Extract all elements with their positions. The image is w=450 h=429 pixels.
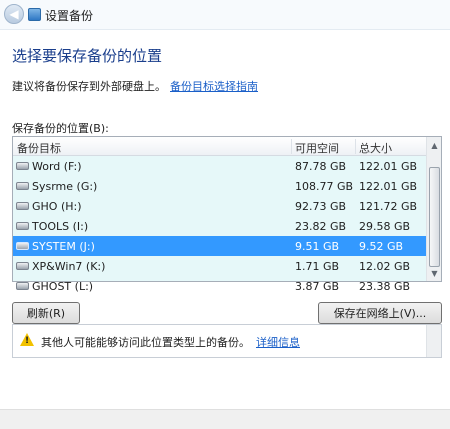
footer-bar (0, 409, 450, 429)
drive-free-space: 9.51 GB (295, 240, 340, 253)
drive-icon (16, 242, 29, 250)
drive-icon (16, 262, 29, 270)
page-heading: 选择要保存备份的位置 (12, 47, 163, 65)
scroll-up-icon[interactable]: ▲ (428, 138, 441, 152)
list-scrollbar[interactable]: ▲ ▼ (426, 137, 441, 281)
hint-line: 建议将备份保存到外部硬盘上。 备份目标选择指南 (12, 78, 258, 94)
drive-name: SYSTEM (J:) (32, 240, 95, 253)
column-header-target[interactable]: 备份目标 (17, 140, 61, 156)
title-bar: ◀ 设置备份 (0, 0, 450, 30)
list-header: 备份目标 可用空间 总大小 (13, 137, 427, 156)
drive-total-size: 9.52 GB (359, 240, 404, 253)
drive-row[interactable]: Word (F:) 87.78 GB 122.01 GB (13, 156, 427, 176)
column-header-free-space[interactable]: 可用空间 (295, 140, 339, 156)
drive-free-space: 3.87 GB (295, 280, 340, 293)
scroll-down-icon[interactable]: ▼ (428, 266, 441, 280)
drive-icon (16, 282, 29, 290)
drive-name: Word (F:) (32, 160, 82, 173)
back-arrow-icon[interactable]: ◀ (4, 4, 24, 24)
drive-free-space: 92.73 GB (295, 200, 347, 213)
details-link[interactable]: 详细信息 (256, 336, 300, 349)
drive-icon (16, 182, 29, 190)
backup-icon (28, 8, 41, 21)
drive-row[interactable]: TOOLS (I:) 23.82 GB 29.58 GB (13, 216, 427, 236)
drive-total-size: 121.72 GB (359, 200, 418, 213)
drive-icon (16, 202, 29, 210)
warning-scrollbar[interactable] (426, 325, 441, 357)
drive-free-space: 1.71 GB (295, 260, 340, 273)
drive-rows: Word (F:) 87.78 GB 122.01 GB Sysrme (G:) 108… (13, 156, 427, 296)
drive-row[interactable]: XP&Win7 (K:) 1.71 GB 12.02 GB (13, 256, 427, 276)
column-header-total-size[interactable]: 总大小 (359, 140, 392, 156)
window-title: 设置备份 (45, 9, 94, 23)
warning-panel: ! 其他人可能能够访问此位置类型上的备份。 详细信息 (12, 324, 442, 358)
drive-free-space: 87.78 GB (295, 160, 347, 173)
column-divider[interactable] (355, 139, 356, 154)
save-on-network-button[interactable]: 保存在网络上(V)... (318, 302, 442, 324)
drive-row[interactable]: GHOST (L:) 3.87 GB 23.38 GB (13, 276, 427, 296)
refresh-button[interactable]: 刷新(R) (12, 302, 80, 324)
hint-text: 建议将备份保存到外部硬盘上。 (12, 80, 166, 93)
drive-free-space: 108.77 GB (295, 180, 354, 193)
drive-row[interactable]: SYSTEM (J:) 9.51 GB 9.52 GB (13, 236, 427, 256)
drive-total-size: 29.58 GB (359, 220, 411, 233)
warning-mark: ! (25, 336, 30, 346)
drive-row[interactable]: GHO (H:) 92.73 GB 121.72 GB (13, 196, 427, 216)
drive-row[interactable]: Sysrme (G:) 108.77 GB 122.01 GB (13, 176, 427, 196)
drive-name: XP&Win7 (K:) (32, 260, 106, 273)
scroll-thumb[interactable] (429, 167, 440, 267)
warning-line: 其他人可能能够访问此位置类型上的备份。 详细信息 (41, 334, 300, 350)
drive-total-size: 12.02 GB (359, 260, 411, 273)
drive-name: GHOST (L:) (32, 280, 94, 293)
drive-icon (16, 222, 29, 230)
drive-name: GHO (H:) (32, 200, 82, 213)
drive-free-space: 23.82 GB (295, 220, 347, 233)
drive-name: Sysrme (G:) (32, 180, 98, 193)
location-list-label: 保存备份的位置(B): (12, 122, 109, 135)
drive-total-size: 23.38 GB (359, 280, 411, 293)
column-divider[interactable] (291, 139, 292, 154)
warning-text: 其他人可能能够访问此位置类型上的备份。 (41, 336, 250, 349)
backup-location-list[interactable]: 备份目标 可用空间 总大小 Word (F:) 87.78 GB 122.01 GB… (12, 136, 442, 293)
drive-total-size: 122.01 GB (359, 180, 418, 193)
drive-name: TOOLS (I:) (32, 220, 89, 233)
drive-total-size: 122.01 GB (359, 160, 418, 173)
backup-guide-link[interactable]: 备份目标选择指南 (170, 80, 258, 93)
drive-icon (16, 162, 29, 170)
